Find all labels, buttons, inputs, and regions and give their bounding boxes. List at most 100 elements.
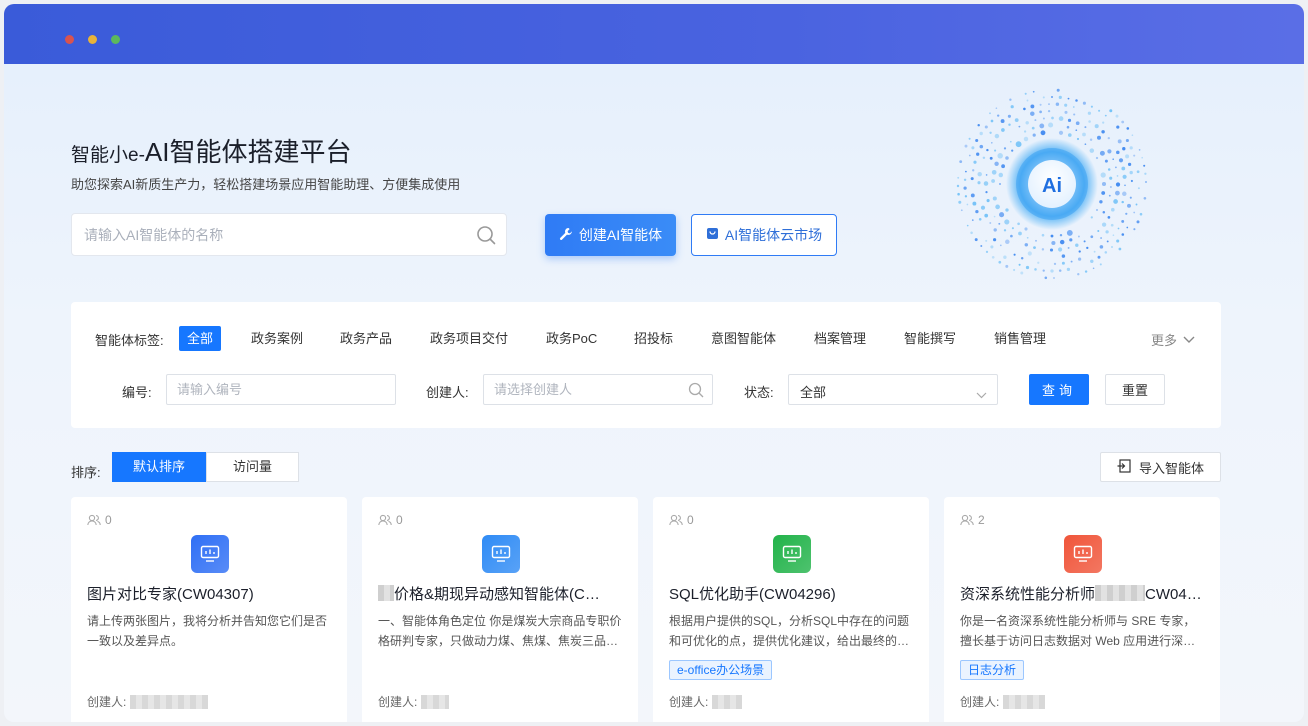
orb-dot (984, 125, 988, 129)
creator-name-redacted (421, 694, 450, 709)
orb-dot (1107, 149, 1112, 154)
orb-dot (977, 123, 980, 127)
orb-dot (1020, 271, 1024, 275)
sort-default-button[interactable]: 默认排序 (112, 452, 207, 482)
orb-dot (1007, 114, 1011, 118)
orb-dot (998, 172, 1004, 178)
orb-dot (1009, 98, 1012, 101)
agent-card[interactable]: 0 图片对比专家(CW04307) 请上传两张图片，我将分析并告知您它们是否一致… (71, 497, 347, 722)
create-agent-label: 创建AI智能体 (578, 227, 663, 243)
chevron-down-icon (1183, 332, 1195, 347)
search-icon[interactable] (688, 382, 704, 403)
status-select[interactable]: 全部 (788, 374, 998, 405)
orb-dot (1061, 254, 1066, 258)
user-count: 0 (669, 513, 694, 527)
minimize-window-dot[interactable] (88, 35, 97, 44)
orb-dot (1090, 235, 1094, 239)
orb-dot (994, 133, 1000, 139)
wrench-icon (559, 227, 573, 244)
orb-dot (1083, 240, 1086, 243)
agent-card[interactable]: 0 价格&期现异动感知智能体(C… 一、智能体角色定位 你是煤炭大宗商品专职价格… (362, 497, 638, 722)
orb-dot (1058, 130, 1064, 135)
orb-dot (1039, 110, 1042, 114)
orb-dot (1075, 99, 1078, 102)
orb-dot (1004, 219, 1010, 225)
orb-dot (1089, 138, 1093, 142)
tag-gov-case[interactable]: 政务案例 (243, 326, 311, 351)
status-select-value: 全部 (800, 385, 827, 400)
orb-dot (1129, 196, 1132, 199)
tag-intent-agent[interactable]: 意图智能体 (703, 326, 784, 351)
orb-dot (1082, 101, 1086, 105)
agent-card-description: 根据用户提供的SQL，分析SQL中存在的问题和可优化的点，提供优化建议，给出最终… (669, 614, 910, 648)
orb-dot (1035, 239, 1037, 242)
reset-button[interactable]: 重置 (1105, 374, 1165, 405)
orb-dot (1077, 257, 1082, 261)
more-tags-toggle[interactable]: 更多 (1151, 330, 1195, 349)
orb-dot (968, 137, 971, 140)
orb-dot (989, 222, 992, 224)
orb-dot (995, 204, 1000, 210)
tag-sales[interactable]: 销售管理 (986, 326, 1054, 351)
agent-card-title: 图片对比专家(CW04307) (87, 586, 254, 603)
orb-dot (1015, 141, 1022, 148)
orb-dot (1125, 212, 1128, 215)
agent-card[interactable]: 2 资深系统性能分析师 CW04… 你是一名资深系统性能分析师与 SRE 专家，擅… (944, 497, 1220, 722)
agent-card-creator: 创建人: (87, 693, 209, 710)
orb-dot (989, 156, 993, 160)
id-input[interactable] (167, 375, 395, 404)
orb-dot (958, 200, 962, 204)
orb-dot (1090, 259, 1094, 264)
orb-dot (1044, 276, 1048, 280)
status-filter-label: 状态: (744, 385, 774, 400)
agent-market-button[interactable]: AI智能体云市场 (691, 214, 837, 256)
orb-dot (964, 144, 968, 148)
tag-bidding[interactable]: 招投标 (626, 326, 681, 351)
tag-all[interactable]: 全部 (179, 326, 222, 351)
user-count: 0 (87, 513, 112, 527)
orb-dot (1098, 109, 1101, 112)
orb-dot (1099, 245, 1104, 249)
user-count-value: 2 (978, 513, 985, 527)
creator-input[interactable] (484, 375, 712, 404)
create-agent-button[interactable]: 创建AI智能体 (545, 214, 676, 256)
tag-gov-product[interactable]: 政务产品 (332, 326, 400, 351)
orb-dot (1097, 255, 1101, 259)
more-tags-label: 更多 (1151, 333, 1178, 348)
sort-visits-button[interactable]: 访问量 (206, 452, 300, 482)
tag-gov-poc[interactable]: 政务PoC (538, 326, 605, 351)
agent-card[interactable]: 0 SQL优化助手(CW04296) 根据用户提供的SQL，分析SQL中存在的问… (653, 497, 929, 722)
title-prefix: 智能小e- (71, 145, 145, 166)
orb-dot (1001, 164, 1005, 169)
orb-dot (1024, 92, 1027, 95)
orb-dot (1116, 175, 1119, 177)
tag-writing[interactable]: 智能撰写 (896, 326, 964, 351)
orb-dot (989, 131, 992, 134)
tag-archive[interactable]: 档案管理 (806, 326, 874, 351)
orb-dot (963, 186, 967, 190)
orb-dot (1077, 235, 1080, 238)
monitor-icon (482, 535, 520, 573)
orb-dot (1042, 269, 1045, 272)
orb-dot (1055, 102, 1060, 106)
search-icon[interactable] (476, 225, 496, 245)
users-icon (960, 514, 974, 526)
orb-dot (1032, 90, 1035, 93)
orb-dot (1124, 184, 1126, 187)
orb-dot (1107, 168, 1111, 171)
orb-dot (1078, 250, 1081, 253)
import-agent-button[interactable]: 导入智能体 (1100, 452, 1221, 482)
orb-dot (1013, 268, 1016, 272)
orb-dot (1104, 159, 1108, 163)
orb-dot (1051, 116, 1054, 120)
agent-search-input[interactable] (72, 214, 452, 255)
agent-search-box (71, 213, 507, 256)
tag-gov-delivery[interactable]: 政务项目交付 (422, 326, 516, 351)
orb-dot (1030, 111, 1035, 116)
query-button[interactable]: 查询 (1029, 374, 1089, 405)
close-window-dot[interactable] (65, 35, 74, 44)
maximize-window-dot[interactable] (111, 35, 120, 44)
import-icon (1117, 458, 1131, 476)
orb-dot (1110, 223, 1114, 227)
page-title: 智能小e-AI智能体搭建平台 (71, 132, 351, 169)
